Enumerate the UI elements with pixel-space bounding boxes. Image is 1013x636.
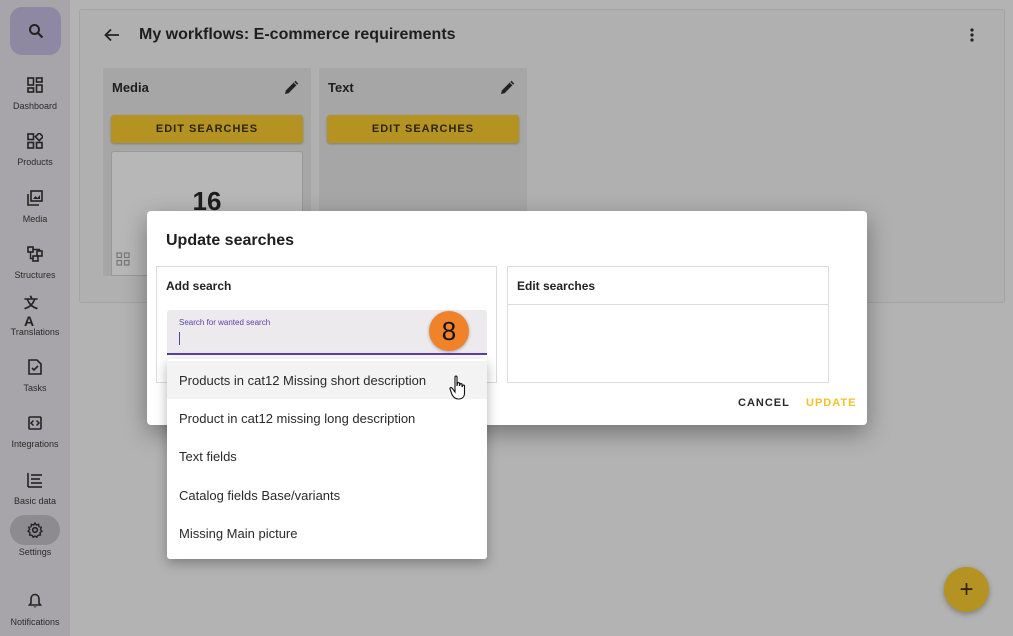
sidebar-item-label: Dashboard [12,101,58,111]
translate-icon: 文A [24,295,38,329]
plus-icon: + [959,575,974,603]
dropdown-option[interactable]: Missing Main picture [167,514,487,552]
divider [508,304,828,305]
products-icon [116,252,130,266]
edit-searches-panel: Edit searches [507,266,829,383]
products-icon [24,130,46,152]
sidebar-item-structures[interactable]: Structures [0,239,70,291]
integrations-icon [24,412,46,434]
list-icon [24,469,46,491]
sidebar-item-tasks[interactable]: Tasks [0,352,70,404]
sidebar-item-label: Structures [14,270,56,280]
text-caret [179,332,180,345]
sidebar-item-label: Integrations [11,439,59,449]
dropdown-option[interactable]: Text fields [167,437,487,475]
sidebar: Dashboard Products Media Structures 文A T… [0,0,70,636]
edit-searches-button[interactable]: EDIT SEARCHES [327,115,519,143]
sidebar-item-label: Products [17,157,53,167]
sidebar-item-dashboard[interactable]: Dashboard [0,70,70,122]
sidebar-item-label: Settings [18,547,52,557]
card-title: Media [112,80,149,95]
dropdown-option[interactable]: Products in cat12 Missing short descript… [167,361,487,399]
more-options-icon[interactable] [962,24,982,46]
search-button[interactable] [10,7,61,55]
sidebar-item-label: Media [22,214,48,224]
edit-searches-button[interactable]: EDIT SEARCHES [111,115,303,143]
cancel-button[interactable]: CANCEL [738,397,790,409]
gear-icon [10,515,60,545]
search-dropdown: Products in cat12 Missing short descript… [167,359,487,559]
update-button[interactable]: UPDATE [806,397,856,409]
sidebar-item-media[interactable]: Media [0,183,70,235]
dropdown-option[interactable]: Catalog fields Base/variants [167,476,487,514]
sidebar-item-translations[interactable]: 文A Translations [0,295,70,348]
page-title: My workflows: E-commerce requirements [139,26,456,43]
sidebar-item-basic-data[interactable]: Basic data [0,465,70,517]
structures-icon [24,243,46,265]
sidebar-item-products[interactable]: Products [0,126,70,178]
panel-title: Add search [166,279,232,293]
step-badge: 8 [429,311,469,351]
sidebar-item-label: Notifications [10,617,60,627]
dialog-title: Update searches [166,232,295,249]
search-label: Search for wanted search [179,318,271,327]
sidebar-item-label: Tasks [23,383,47,393]
sidebar-item-settings[interactable]: Settings [0,515,70,567]
sidebar-item-integrations[interactable]: Integrations [0,408,70,460]
back-arrow-icon[interactable] [101,24,123,46]
dropdown-option[interactable]: Product in cat12 missing long descriptio… [167,399,487,437]
media-icon [24,187,46,209]
dashboard-icon [24,74,46,96]
add-fab-button[interactable]: + [944,567,989,612]
pencil-icon[interactable] [499,78,517,96]
sidebar-item-label: Translations [10,327,60,337]
sidebar-item-notifications[interactable]: Notifications [0,586,70,636]
tasks-icon [24,356,46,378]
hand-cursor-icon [449,375,466,400]
panel-title: Edit searches [517,279,596,293]
search-icon [28,24,43,39]
card-title: Text [328,80,354,95]
pencil-icon[interactable] [283,78,301,96]
bell-icon [24,590,46,612]
sidebar-item-label: Basic data [13,496,57,506]
